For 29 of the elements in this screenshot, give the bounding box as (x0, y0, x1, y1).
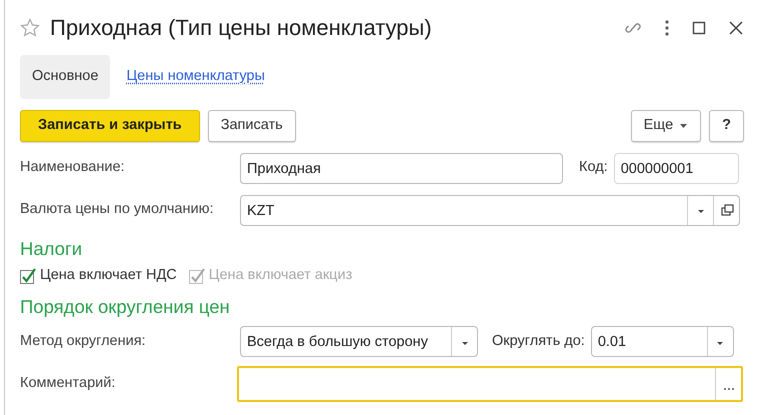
tab[interactable]: Цены номенклатуры (114, 55, 277, 99)
window-title: Приходная (Тип цены номенклатуры) (50, 14, 432, 42)
checkbox-label: Цена включает акциз (208, 266, 352, 285)
checkbox[interactable] (20, 267, 36, 284)
star-icon[interactable] (20, 18, 40, 38)
name-field[interactable]: Приходная (240, 152, 563, 184)
more-icon[interactable] (664, 18, 670, 36)
save-button[interactable]: Записать (208, 110, 296, 142)
field-label: Метод округления: (20, 332, 147, 351)
tab[interactable]: Основное (20, 55, 110, 99)
maximize-icon[interactable] (692, 20, 706, 34)
caret-icon (679, 123, 688, 129)
close-icon[interactable] (728, 20, 744, 36)
rounding-precision-dropdown[interactable]: 0.01 (590, 326, 734, 357)
field-label: Наименование: (20, 158, 126, 178)
section-heading: Налоги (20, 237, 84, 261)
currency-dropdown[interactable]: KZT (240, 194, 740, 226)
section-heading: Порядок округления цен (20, 294, 231, 319)
more-button[interactable]: Еще (630, 110, 702, 142)
save-and-close-button[interactable]: Записать и закрыть (20, 110, 200, 142)
field-label: Валюта цены по умолчанию: (20, 200, 215, 220)
field-label: Код: (579, 158, 608, 178)
field-label: Округлять до: (492, 332, 585, 351)
code-field[interactable]: 000000001 (614, 152, 739, 184)
checkbox-label: Цена включает НДС (40, 266, 177, 285)
field-label: Комментарий: (20, 374, 116, 393)
comment-field[interactable] (237, 366, 743, 402)
rounding-method-dropdown[interactable]: Всегда в большую сторону (240, 326, 478, 357)
help-button[interactable]: ? (709, 110, 744, 142)
